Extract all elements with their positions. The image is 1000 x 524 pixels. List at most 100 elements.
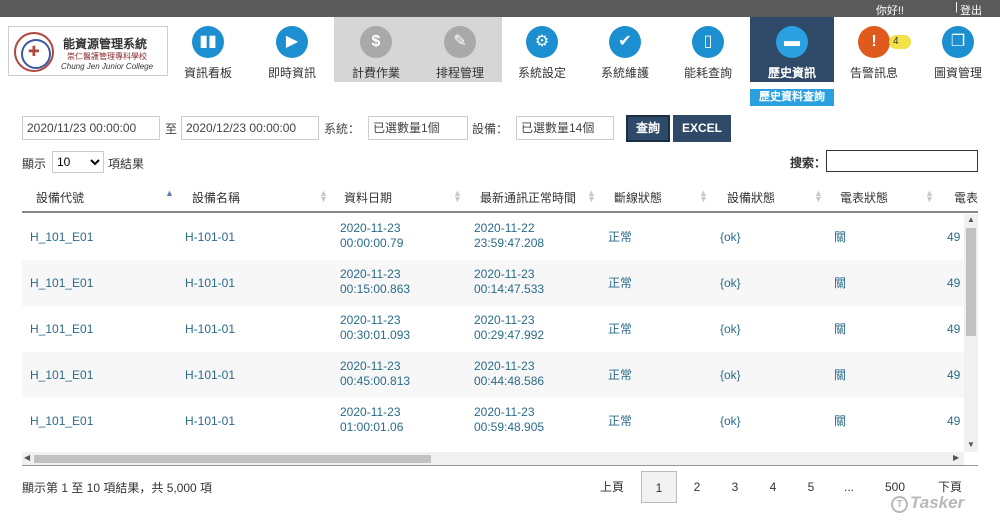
watermark: T Tasker — [891, 493, 964, 513]
header-device-code[interactable]: 設備代號 — [36, 189, 84, 206]
cell-line-status: 正常 — [608, 368, 633, 382]
cell-device-name: H-101-01 — [185, 230, 236, 244]
battery-icon: ▯ — [692, 26, 724, 58]
end-date-input[interactable]: 2020/12/23 00:00:00 — [181, 116, 319, 140]
header-meter-status[interactable]: 電表狀態 — [840, 189, 888, 206]
nav-item-settings[interactable]: ⚙ 系統設定 — [500, 17, 584, 82]
dollar-icon: $ — [360, 26, 392, 58]
subtab-history-query[interactable]: 歷史資料查詢 — [750, 89, 834, 106]
table-row[interactable]: H_101_E01 H-101-01 2020-11-23 00:15:00.86… — [22, 260, 964, 306]
cell-meter: 49 — [947, 230, 961, 244]
header-last-comm[interactable]: 最新通訊正常時間 — [480, 189, 576, 206]
nav-item-alerts[interactable]: ! 4 告警訊息 — [832, 17, 916, 82]
horizontal-scroll-thumb[interactable] — [34, 455, 431, 463]
query-button[interactable]: 查詢 — [626, 115, 670, 142]
start-date-input[interactable]: 2020/11/23 00:00:00 — [22, 116, 160, 140]
sort-icon: ▲ ▼ — [699, 188, 708, 204]
horizontal-scrollbar[interactable]: ◀ ▶ — [22, 452, 964, 465]
main-nav: 能資源管理系統 崇仁醫護管理專科學校 Chung Jen Junior Coll… — [0, 17, 1000, 89]
cell-comm-day: 2020-11-23 — [474, 267, 535, 281]
cell-device-code: H_101_E01 — [30, 368, 94, 382]
nav-item-label: 告警訊息 — [849, 66, 898, 80]
excel-button[interactable]: EXCEL — [673, 115, 731, 142]
sort-asc-icon: ▲ — [165, 188, 174, 198]
logo[interactable]: 能資源管理系統 崇仁醫護管理專科學校 Chung Jen Junior Coll… — [8, 26, 168, 76]
greeting-text: 你好!! — [875, 5, 904, 17]
nav-item-label: 計費作業 — [351, 66, 400, 80]
vertical-scroll-thumb[interactable] — [966, 228, 976, 336]
cell-comm-time: 00:29:47.992 — [474, 328, 545, 342]
prev-page-button[interactable]: 上頁 — [590, 471, 634, 503]
page-ellipsis: ... — [843, 480, 854, 494]
scroll-left-icon[interactable]: ◀ — [24, 453, 30, 462]
nav-item-realtime[interactable]: ▶ 即時資訊 — [250, 17, 334, 82]
cell-date-day: 2020-11-23 — [340, 359, 401, 373]
vertical-scrollbar[interactable]: ▲ ▼ — [964, 214, 978, 452]
cell-comm-time: 00:44:48.586 — [474, 374, 545, 388]
cell-device-name: H-101-01 — [185, 414, 236, 428]
search-input[interactable] — [826, 150, 978, 172]
cell-device-name: H-101-01 — [185, 276, 236, 290]
device-select[interactable]: 已選數量14個 — [516, 116, 614, 140]
table-row[interactable]: H_101_E01 H-101-01 2020-11-23 01:00:01.06… — [22, 398, 964, 444]
scroll-up-icon[interactable]: ▲ — [967, 215, 975, 224]
cell-meter-status: 關 — [834, 276, 847, 290]
nav-item-energy[interactable]: ▯ 能耗查詢 — [666, 17, 750, 82]
cell-device-code: H_101_E01 — [30, 276, 94, 290]
cell-date-day: 2020-11-23 — [340, 267, 401, 281]
cell-last-comm: 2020-11-22 23:59:47.208 — [474, 221, 544, 251]
cell-date-day: 2020-11-23 — [340, 221, 401, 235]
table-row[interactable]: H_101_E01 H-101-01 2020-11-23 00:00:00.79… — [22, 214, 964, 260]
cell-data-date: 2020-11-23 00:45:00.813 — [340, 359, 410, 389]
scroll-right-icon[interactable]: ▶ — [953, 453, 959, 462]
cell-date-time: 00:45:00.813 — [340, 374, 411, 388]
cell-device-status: {ok} — [720, 414, 741, 428]
cell-line-status: 正常 — [608, 322, 633, 336]
header-data-date[interactable]: 資料日期 — [344, 189, 392, 206]
nav-item-dashboard[interactable]: ▮▮ 資訊看板 — [166, 17, 250, 82]
cell-data-date: 2020-11-23 00:15:00.863 — [340, 267, 410, 297]
sort-icon: ▲ ▼ — [925, 188, 934, 204]
header-meter[interactable]: 電表 — [954, 189, 978, 206]
cell-device-name: H-101-01 — [185, 322, 236, 336]
page-button-4[interactable]: 4 — [758, 471, 788, 503]
page-button-1[interactable]: 1 — [641, 471, 677, 503]
alert-icon: ! — [858, 26, 890, 58]
page-button-2[interactable]: 2 — [682, 471, 712, 503]
header-line-status[interactable]: 斷線狀態 — [614, 189, 662, 206]
header-device-name[interactable]: 設備名稱 — [192, 189, 240, 206]
table-row[interactable]: H_101_E01 H-101-01 2020-11-23 00:30:01.09… — [22, 306, 964, 352]
nav-item-maintenance[interactable]: ✔ 系統維護 — [583, 17, 667, 82]
header-device-status[interactable]: 設備狀態 — [727, 189, 775, 206]
cell-device-code: H_101_E01 — [30, 414, 94, 428]
logout-link[interactable]: 登出 — [960, 2, 982, 18]
cell-date-time: 00:30:01.093 — [340, 328, 411, 342]
history-table: 設備代號 ▲ 設備名稱 ▲ ▼ 資料日期 ▲ ▼ 最新通訊正常時間 ▲ ▼ 斷線狀態 … — [22, 182, 978, 466]
gear-icon: ⚙ — [526, 26, 558, 58]
school-english-name: Chung Jen Junior College — [61, 62, 154, 71]
nav-item-history[interactable]: ▬ 歷史資訊 — [750, 17, 834, 82]
entries-select[interactable]: 10 — [52, 151, 104, 173]
system-select[interactable]: 已選數量1個 — [368, 116, 468, 140]
sort-icon: ▲ ▼ — [587, 188, 596, 204]
table-info: 顯示第 1 至 10 項結果，共 5,000 項 — [22, 481, 213, 495]
page-button-3[interactable]: 3 — [720, 471, 750, 503]
nav-item-label: 歷史資訊 — [767, 66, 816, 80]
cell-device-status: {ok} — [720, 368, 741, 382]
cell-device-code: H_101_E01 — [30, 230, 94, 244]
cell-meter-status: 關 — [834, 322, 847, 336]
nav-item-billing[interactable]: $ 計費作業 — [334, 17, 418, 82]
table-header: 設備代號 ▲ 設備名稱 ▲ ▼ 資料日期 ▲ ▼ 最新通訊正常時間 ▲ ▼ 斷線狀態 … — [22, 182, 978, 213]
cell-last-comm: 2020-11-23 00:59:48.905 — [474, 405, 544, 435]
scroll-down-icon[interactable]: ▼ — [967, 440, 975, 449]
entries-suffix: 項結果 — [108, 157, 145, 171]
cell-device-status: {ok} — [720, 276, 741, 290]
cell-line-status: 正常 — [608, 414, 633, 428]
table-row[interactable]: H_101_E01 H-101-01 2020-11-23 00:45:00.81… — [22, 352, 964, 398]
nav-item-schedule[interactable]: ✎ 排程管理 — [418, 17, 502, 82]
sort-icon: ▲ ▼ — [319, 188, 328, 204]
cell-date-time: 01:00:01.06 — [340, 420, 404, 434]
school-name: 崇仁醫護管理專科學校 — [67, 52, 147, 61]
nav-item-maps[interactable]: ❐ 圖資管理 — [916, 17, 1000, 82]
page-button-5[interactable]: 5 — [796, 471, 826, 503]
